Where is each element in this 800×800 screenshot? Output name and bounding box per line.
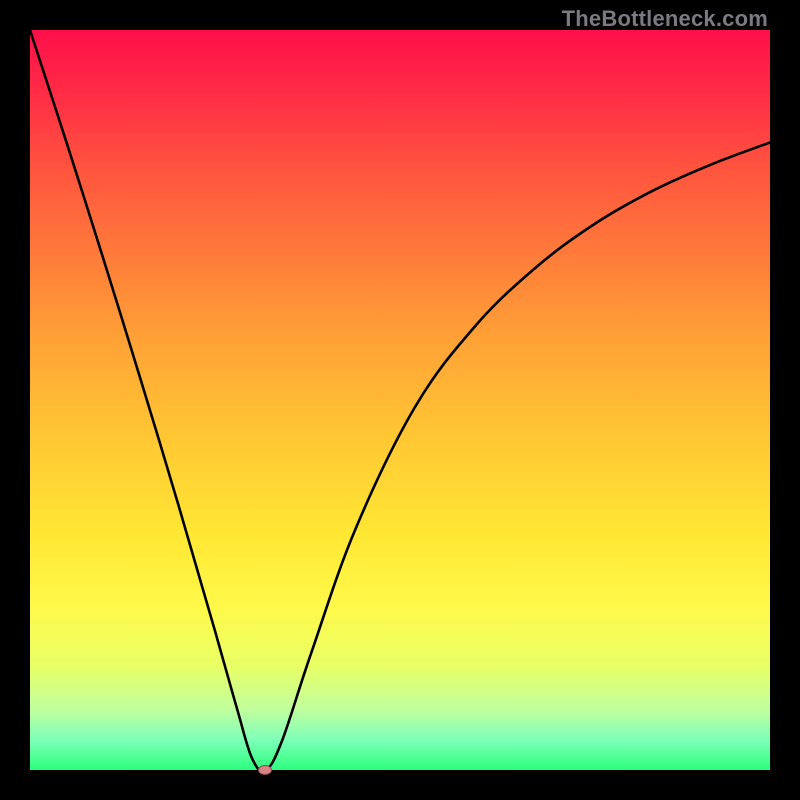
watermark: TheBottleneck.com — [562, 6, 768, 32]
curve-svg — [30, 30, 770, 770]
minimum-marker — [258, 765, 272, 775]
bottleneck-curve — [30, 30, 770, 770]
chart-frame: TheBottleneck.com — [0, 0, 800, 800]
plot-area — [30, 30, 770, 770]
